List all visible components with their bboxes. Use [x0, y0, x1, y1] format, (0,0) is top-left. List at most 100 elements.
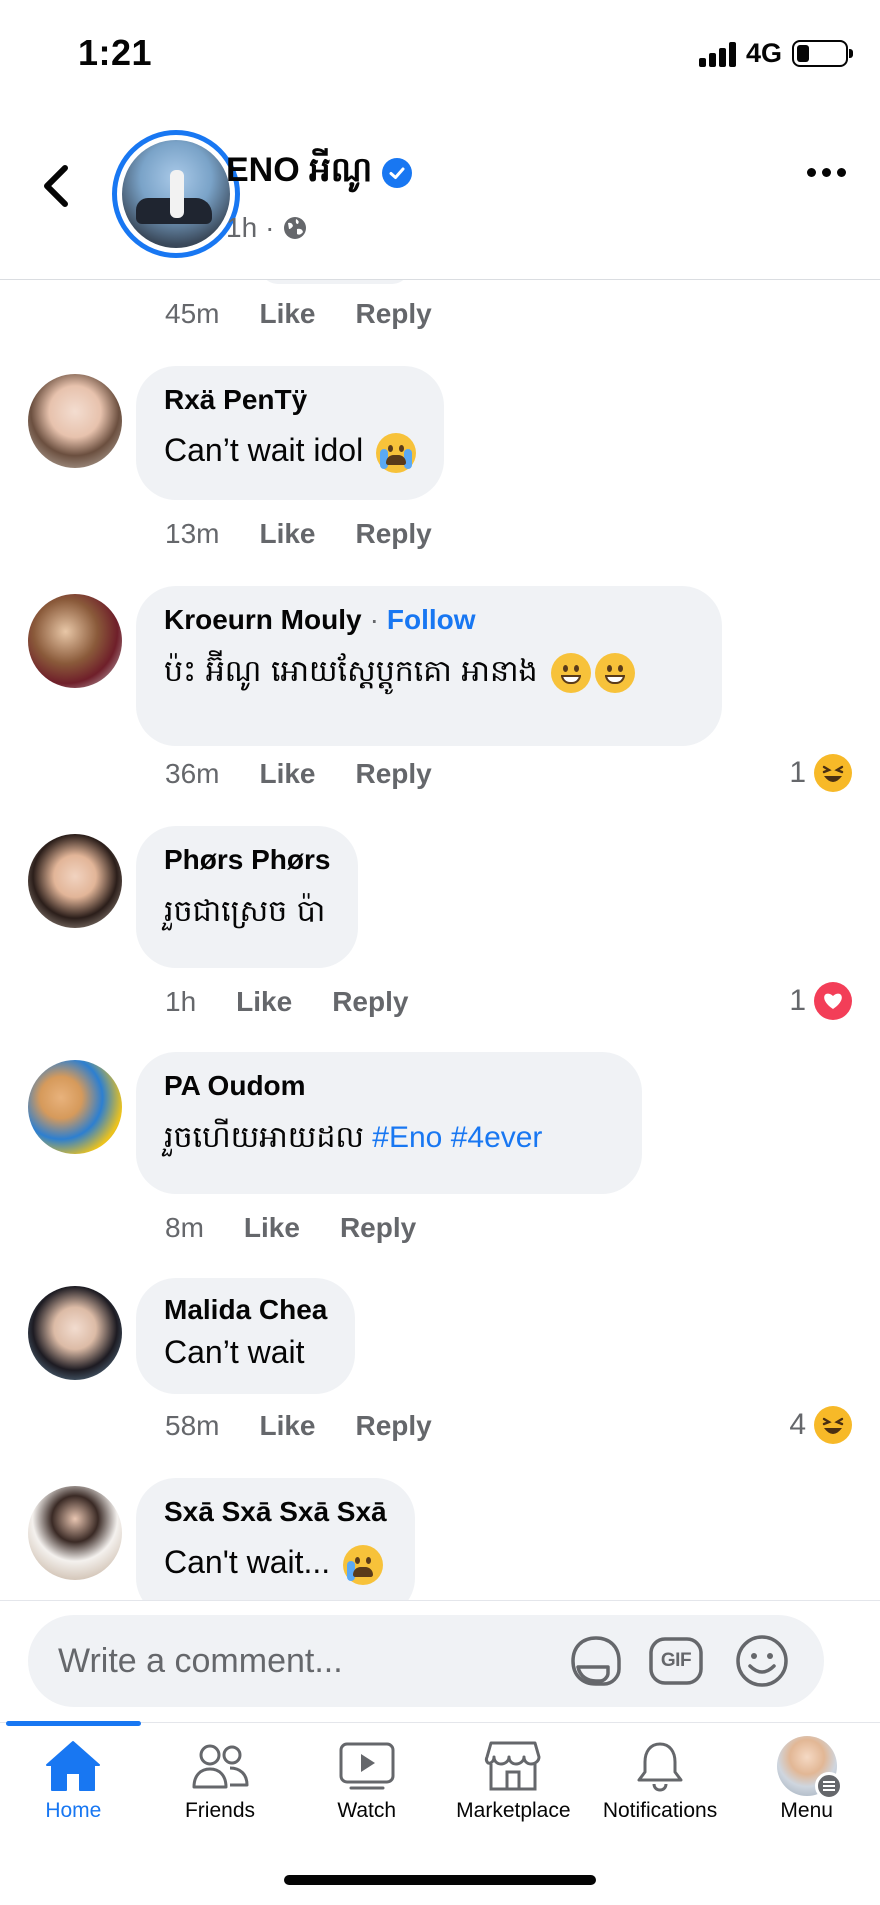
reply-button[interactable]: Reply: [356, 758, 432, 790]
previous-comment-actions: 45m Like Reply: [165, 298, 432, 330]
grinning-emoji-icon: [595, 652, 636, 693]
hashtags-link[interactable]: #Eno #4ever: [372, 1121, 542, 1154]
post-header: ENO អីណូ 1h ·: [0, 110, 880, 280]
crying-emoji-icon: [376, 432, 417, 473]
page-name-row: ENO អីណូ: [226, 148, 413, 198]
reply-button[interactable]: Reply: [356, 518, 432, 550]
reply-button[interactable]: Reply: [340, 1212, 416, 1244]
hamburger-icon: [814, 1772, 843, 1800]
bottom-navigation: Home Friends Watch Marketplace Notificat…: [0, 1721, 880, 1832]
comment-text: Can't wait...: [164, 1544, 331, 1580]
love-reaction-icon: [814, 982, 852, 1020]
post-meta: 1h ·: [226, 212, 308, 244]
comment-author[interactable]: PA Oudom: [164, 1070, 614, 1102]
reply-button[interactable]: Reply: [356, 1410, 432, 1442]
reaction-summary[interactable]: 1: [789, 754, 852, 792]
chevron-left-icon: [44, 165, 68, 207]
comment-text: រួចហើយអាយដល: [164, 1120, 364, 1155]
nav-label: Marketplace: [456, 1799, 571, 1822]
emoji-picker-icon[interactable]: [734, 1633, 790, 1689]
network-label: 4G: [745, 38, 782, 68]
comment-actions: 13m Like Reply: [165, 518, 432, 550]
nav-notifications[interactable]: Notifications: [587, 1723, 734, 1832]
comment-text-row: Can't wait...: [164, 1544, 387, 1585]
commenter-avatar[interactable]: [28, 1060, 122, 1154]
comment-author[interactable]: Kroeurn Mouly: [164, 604, 362, 635]
commenter-avatar[interactable]: [28, 834, 122, 928]
nav-home[interactable]: Home: [0, 1721, 147, 1832]
comment-actions: 58m Like Reply: [165, 1410, 432, 1442]
comment-bubble[interactable]: Malida Chea Can’t wait: [136, 1278, 356, 1394]
nav-label: Notifications: [602, 1799, 718, 1822]
comment-time: 36m: [165, 758, 220, 789]
comment-bubble[interactable]: Sxā Sxā Sxā Sxā Can't wait...: [136, 1478, 415, 1600]
reaction-summary[interactable]: 4: [789, 1406, 852, 1444]
gif-label: GIF: [660, 1650, 692, 1671]
comment-text: រួចជាស្រេច ប៉ា: [164, 894, 326, 929]
comment-composer[interactable]: GIF: [28, 1615, 824, 1707]
commenter-avatar[interactable]: [28, 1486, 122, 1580]
reaction-count: 4: [789, 1408, 806, 1441]
nav-marketplace[interactable]: Marketplace: [440, 1723, 587, 1832]
status-indicators: 4G: [698, 38, 853, 69]
signal-icon: [698, 41, 736, 67]
comment-text: ប៉ះ អ៊ីណូ អោយស្ដែប្ដូកគោ អានាង: [164, 654, 538, 689]
page-name[interactable]: ENO អីណូ: [226, 148, 372, 198]
more-options-button[interactable]: [807, 168, 846, 177]
reply-button[interactable]: Reply: [356, 298, 432, 330]
nav-label: Home: [45, 1799, 102, 1822]
commenter-avatar[interactable]: [28, 374, 122, 468]
verified-badge-icon: [382, 158, 413, 188]
comment-bubble[interactable]: Kroeurn Mouly · Follow ប៉ះ អ៊ីណូ អោយស្ដែប្…: [136, 586, 722, 746]
like-button[interactable]: Like: [259, 518, 315, 550]
comment-author[interactable]: Malida Chea: [164, 1294, 327, 1326]
bell-icon: [630, 1737, 690, 1795]
reply-button[interactable]: Reply: [332, 986, 408, 1018]
nav-label: Friends: [184, 1799, 256, 1822]
comment-text-row: រួចហើយអាយដល #Eno #4ever: [164, 1118, 614, 1162]
friends-icon: [190, 1737, 250, 1795]
comment-author[interactable]: Rxä PenTÿ: [164, 384, 416, 416]
home-icon: [43, 1737, 103, 1795]
comment-bubble[interactable]: Rxä PenTÿ Can’t wait idol: [136, 366, 445, 500]
like-button[interactable]: Like: [259, 298, 315, 330]
reaction-count: 1: [789, 984, 806, 1017]
page-avatar[interactable]: [112, 130, 240, 258]
nav-label: Watch: [337, 1799, 397, 1822]
haha-reaction-icon: [814, 1406, 852, 1444]
comment-author[interactable]: Sxā Sxā Sxā Sxā: [164, 1496, 387, 1528]
like-button[interactable]: Like: [236, 986, 292, 1018]
comment-actions: 36m Like Reply: [165, 758, 432, 790]
like-button[interactable]: Like: [244, 1212, 300, 1244]
nav-menu[interactable]: Menu: [733, 1723, 880, 1832]
gif-button[interactable]: GIF: [648, 1633, 704, 1689]
comment-bubble[interactable]: Phørs Phørs រួចជាស្រេច ប៉ា: [136, 826, 359, 968]
comment-time: 45m: [165, 298, 220, 329]
grinning-emoji-icon: [551, 652, 592, 693]
commenter-avatar[interactable]: [28, 594, 122, 688]
comment-author[interactable]: Phørs Phørs: [164, 844, 330, 876]
more-dot-icon: [807, 168, 816, 177]
back-button[interactable]: [34, 154, 78, 218]
nav-watch[interactable]: Watch: [293, 1723, 440, 1832]
comment-composer-bar: GIF: [0, 1600, 880, 1722]
comment-input[interactable]: [58, 1633, 558, 1689]
comment-actions: 1h Like Reply: [165, 986, 408, 1018]
menu-avatar: [776, 1736, 843, 1800]
comment-text: Can’t wait idol: [164, 432, 364, 468]
meta-separator: ·: [265, 212, 275, 243]
commenter-avatar[interactable]: [28, 1286, 122, 1380]
post-time[interactable]: 1h: [226, 212, 257, 244]
like-button[interactable]: Like: [259, 1410, 315, 1442]
comment-time: 13m: [165, 518, 220, 549]
comment-bubble[interactable]: PA Oudom រួចហើយអាយដល #Eno #4ever: [136, 1052, 642, 1194]
comment-text: Can’t wait: [164, 1334, 305, 1370]
status-bar: 1:21 4G: [0, 0, 880, 110]
sticker-icon[interactable]: [568, 1633, 624, 1689]
home-indicator[interactable]: [284, 1875, 596, 1885]
reaction-summary[interactable]: 1: [789, 982, 852, 1020]
comments-list[interactable]: 45m Like Reply Rxä PenTÿ Can’t wait idol…: [0, 280, 880, 1600]
like-button[interactable]: Like: [259, 758, 315, 790]
follow-button[interactable]: Follow: [387, 604, 476, 635]
nav-friends[interactable]: Friends: [147, 1723, 294, 1832]
